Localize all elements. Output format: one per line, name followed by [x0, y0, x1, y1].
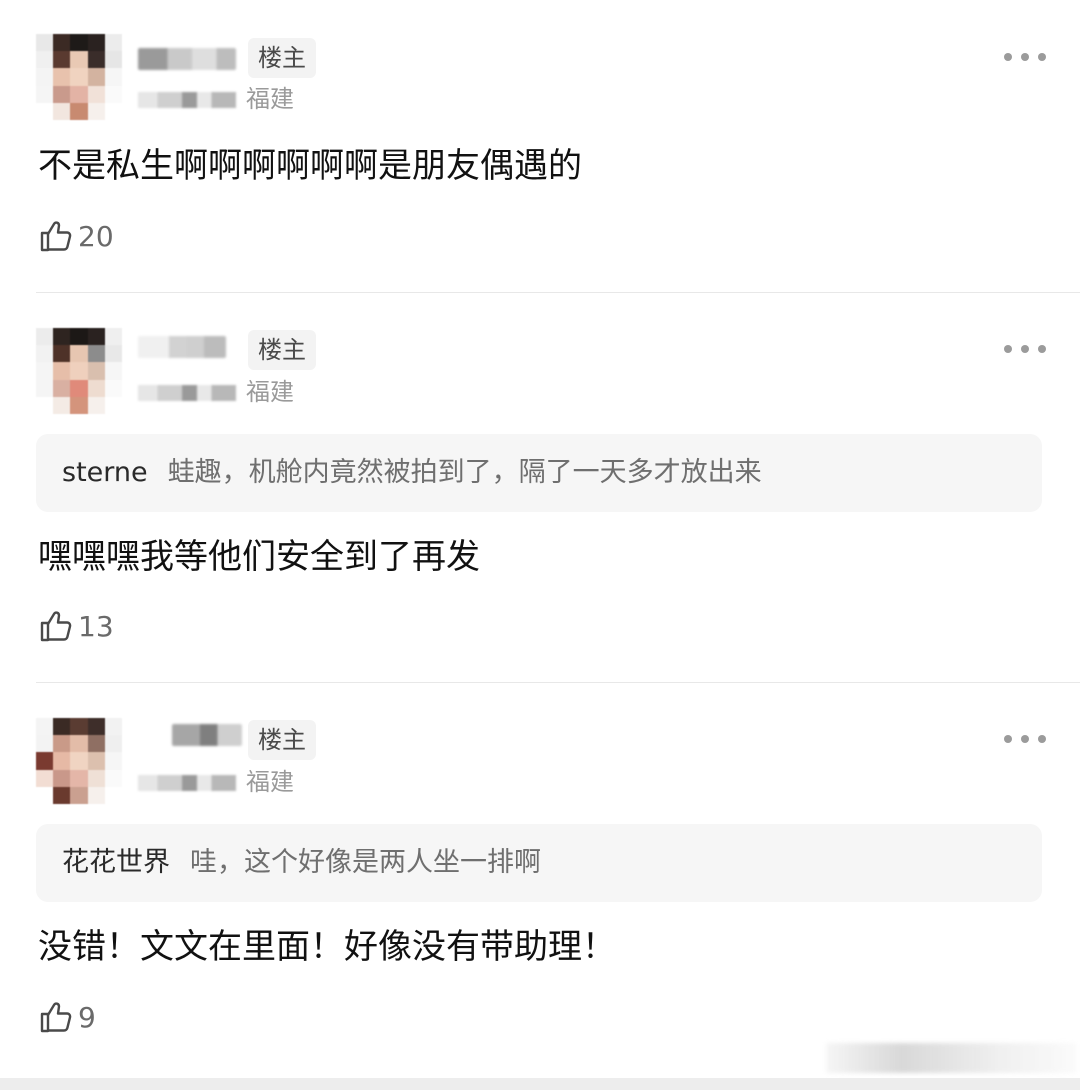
quoted-reply[interactable]: sterne 蛙趣，机舱内竟然被拍到了，隔了一天多才放出来 — [36, 434, 1042, 512]
more-dots-icon[interactable] — [1004, 50, 1046, 64]
divider — [36, 682, 1080, 683]
quoted-username[interactable]: sterne — [62, 457, 148, 488]
like-count: 13 — [78, 609, 114, 643]
quoted-username[interactable]: 花花世界 — [62, 847, 170, 878]
location-label: 福建 — [246, 768, 294, 796]
op-badge: 楼主 — [248, 38, 316, 78]
op-badge: 楼主 — [248, 720, 316, 760]
comment-text: 没错！文文在里面！好像没有带助理！ — [38, 927, 616, 967]
op-badge: 楼主 — [248, 330, 316, 370]
more-dots-icon[interactable] — [1004, 342, 1046, 356]
like-button[interactable]: 13 — [38, 606, 114, 646]
divider — [36, 292, 1080, 293]
avatar[interactable] — [36, 718, 122, 804]
quoted-text: 蛙趣，机舱内竟然被拍到了，隔了一天多才放出来 — [167, 457, 762, 488]
username-blurred[interactable] — [138, 48, 236, 70]
username-blurred[interactable] — [138, 336, 226, 358]
bottom-edge — [0, 1078, 1080, 1090]
like-count: 9 — [78, 1000, 96, 1034]
comment-text: 嘿嘿嘿我等他们安全到了再发 — [38, 537, 480, 577]
like-count: 20 — [78, 219, 114, 253]
comment-meta: 福建 — [138, 377, 294, 407]
timestamp-blurred — [138, 92, 236, 108]
quoted-text: 哇，这个好像是两人坐一排啊 — [190, 847, 541, 878]
watermark-blurred — [826, 1043, 1076, 1073]
timestamp-blurred — [138, 385, 236, 401]
comment-text: 不是私生啊啊啊啊啊啊是朋友偶遇的 — [38, 146, 582, 186]
timestamp-blurred — [138, 775, 236, 791]
more-dots-icon[interactable] — [1004, 732, 1046, 746]
avatar[interactable] — [36, 34, 122, 120]
like-button[interactable]: 20 — [38, 216, 114, 256]
avatar[interactable] — [36, 328, 122, 414]
comment-meta: 福建 — [138, 767, 294, 797]
comment-meta: 福建 — [138, 84, 294, 114]
location-label: 福建 — [246, 378, 294, 406]
thumbs-up-icon — [40, 611, 72, 642]
thumbs-up-icon — [40, 221, 72, 252]
like-button[interactable]: 9 — [38, 997, 96, 1037]
quoted-reply[interactable]: 花花世界 哇，这个好像是两人坐一排啊 — [36, 824, 1042, 902]
username-blurred[interactable] — [172, 724, 242, 746]
location-label: 福建 — [246, 85, 294, 113]
thumbs-up-icon — [40, 1002, 72, 1033]
